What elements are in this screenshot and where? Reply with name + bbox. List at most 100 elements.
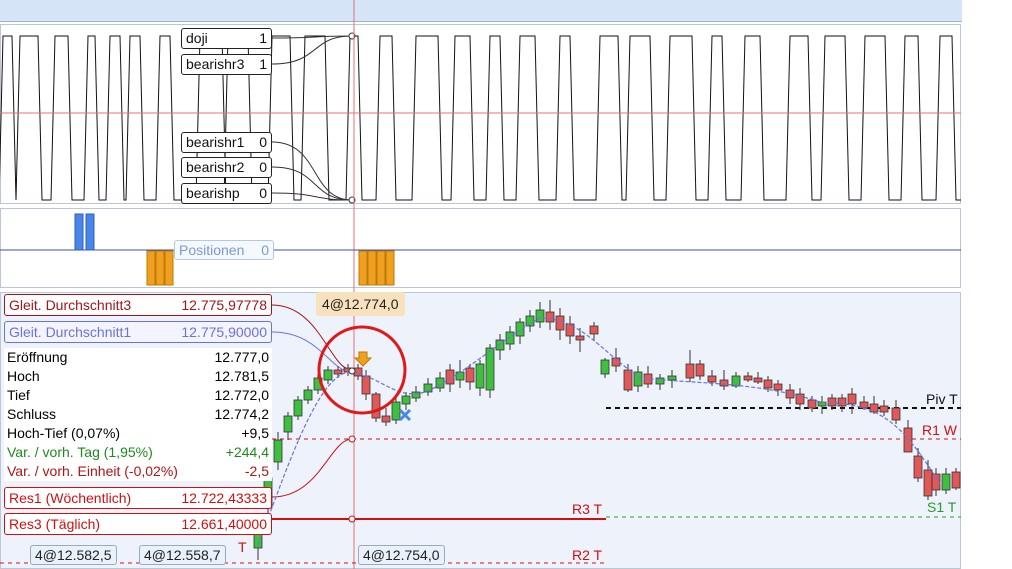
candle-body <box>941 473 951 491</box>
moving-average-3-label: Gleit. Durchschnitt3 12.775,97778 <box>4 294 272 316</box>
candle-body <box>719 379 729 387</box>
sell-position-bar <box>164 250 174 286</box>
chart-canvas[interactable] <box>0 0 1012 569</box>
candle-body <box>485 347 495 391</box>
candle-body <box>575 335 585 341</box>
sell-position-bar <box>385 250 395 286</box>
indicator-value: 1 <box>259 30 267 46</box>
sell-position-bar <box>367 250 377 286</box>
ohlc-value: +9,5 <box>241 425 269 441</box>
candle-body <box>655 377 665 385</box>
candle-body <box>505 331 515 345</box>
ohlc-value: +244,4 <box>225 444 269 460</box>
indicator-label-bearishr1: bearishr1 0 <box>181 132 272 153</box>
ohlc-label: Hoch <box>7 368 40 384</box>
ohlc-row-open: Eröffnung 12.777,0 <box>4 348 272 367</box>
ohlc-label: Var. / vorh. Einheit (-0,02%) <box>7 463 178 479</box>
ohlc-label: Hoch-Tief (0,07%) <box>7 425 121 441</box>
candle-body <box>371 393 381 419</box>
sell-position-bar <box>155 250 165 286</box>
indicator-name: bearishp <box>186 185 240 201</box>
indicator-label-bearishp: bearishp 0 <box>181 183 272 204</box>
ohlc-label: Schluss <box>7 406 57 422</box>
candle-body <box>773 383 783 391</box>
candle-body <box>623 369 633 391</box>
candle-body <box>685 363 695 379</box>
candle-body <box>361 375 371 395</box>
moving-average-1-label: Gleit. Durchschnitt1 12.775,90000 <box>4 321 272 343</box>
candle-body <box>903 427 913 453</box>
sell-position-bar <box>358 250 368 286</box>
candle-body <box>753 377 763 383</box>
ohlc-label: Var. / vorh. Tag (1,95%) <box>7 444 153 460</box>
r2-daily-label: R2 T <box>572 547 603 563</box>
positions-label: Positionen 0 <box>174 240 274 260</box>
candle-body <box>589 325 599 335</box>
sell-position-bar <box>376 250 386 286</box>
ohlc-info-box: Eröffnung 12.777,0 Hoch 12.781,5 Tief 12.77… <box>4 348 272 481</box>
indicator-value: 0 <box>259 134 267 150</box>
level-name: Res1 (Wöchentlich) <box>9 490 132 506</box>
level-name: Res3 (Täglich) <box>9 516 101 532</box>
positions-value: 0 <box>261 242 269 258</box>
res3-daily-label: Res3 (Täglich) 12.661,40000 <box>4 513 272 535</box>
indicator-name: doji <box>186 30 208 46</box>
indicator-label-doji: doji 1 <box>181 28 272 49</box>
candle-body <box>923 469 933 497</box>
ma-name: Gleit. Durchschnitt3 <box>9 297 132 313</box>
ma-value: 12.775,90000 <box>181 324 267 340</box>
ohlc-label: Eröffnung <box>7 349 68 365</box>
ma-name: Gleit. Durchschnitt1 <box>9 324 132 340</box>
candle-body <box>695 363 705 377</box>
sell-position-bar <box>146 250 156 286</box>
candle-body <box>303 389 313 401</box>
crosshair-price-point <box>348 367 356 375</box>
candle-body <box>333 369 343 375</box>
sell-arrow-icon <box>353 351 373 367</box>
indicator-wave <box>0 35 961 201</box>
indicator-value: 0 <box>259 185 267 201</box>
candle-body <box>465 367 475 383</box>
candle-body <box>283 415 293 433</box>
s1-daily-label: S1 T <box>927 499 957 515</box>
candle-body <box>515 321 525 337</box>
ohlc-value: 12.772,0 <box>214 387 270 403</box>
exit-cross-icon <box>398 408 412 422</box>
candle-body <box>891 407 901 421</box>
candle-body <box>600 359 610 375</box>
trade-tag: 4@12.582,5 <box>30 545 117 565</box>
candle-body <box>323 369 333 381</box>
candle-body <box>455 371 465 381</box>
buy-position-bar <box>74 213 84 251</box>
ohlc-value: 12.777,0 <box>214 349 270 365</box>
res3-point <box>348 515 356 523</box>
level-value: 12.661,40000 <box>181 516 267 532</box>
candle-body <box>763 379 773 389</box>
ohlc-row-var-unit: Var. / vorh. Einheit (-0,02%) -2,5 <box>4 462 272 481</box>
ohlc-row-low: Tief 12.772,0 <box>4 386 272 405</box>
label-connector <box>271 141 353 201</box>
indicator-label-bearishr2: bearishr2 0 <box>181 157 272 178</box>
candle-body <box>807 399 817 409</box>
ohlc-row-var-day: Var. / vorh. Tag (1,95%) +244,4 <box>4 443 272 462</box>
r1-weekly-label: R1 W <box>922 422 957 438</box>
candle-body <box>743 375 753 381</box>
res1-weekly-label: Res1 (Wöchentlich) 12.722,43333 <box>4 487 272 509</box>
indicator-value: 1 <box>259 56 267 72</box>
indicator-name: bearishr2 <box>186 159 245 175</box>
indicator-name: bearishr1 <box>186 134 245 150</box>
candle-body <box>707 375 717 383</box>
label-connector <box>271 166 353 201</box>
candle-body <box>847 393 857 405</box>
indicator-name: bearishr3 <box>186 56 245 72</box>
candle-body <box>667 375 677 381</box>
candle-body <box>951 471 961 489</box>
trade-tag: 4@12.558,7 <box>139 545 226 565</box>
ma1-connector <box>271 331 353 373</box>
ohlc-value: 12.781,5 <box>214 368 270 384</box>
ohlc-row-range: Hoch-Tief (0,07%) +9,5 <box>4 424 272 443</box>
buy-position-bar <box>85 213 95 251</box>
r3-daily-label: R3 T <box>572 501 603 517</box>
label-connector <box>271 35 353 65</box>
candle-body <box>381 415 391 423</box>
